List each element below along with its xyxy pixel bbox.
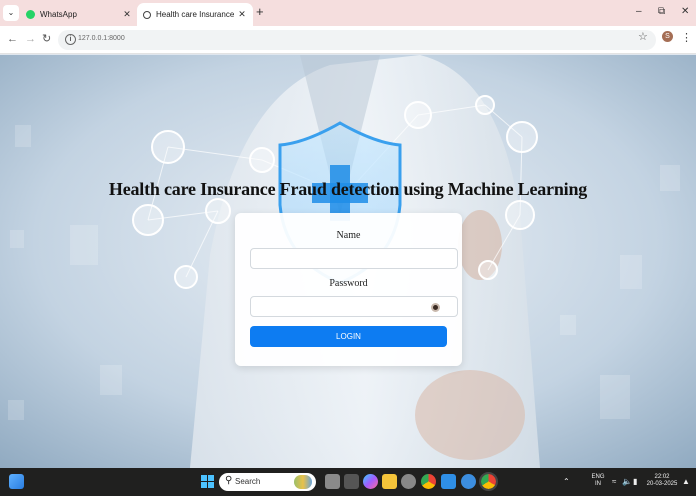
tab-whatsapp[interactable]: WhatsApp ✕: [20, 3, 138, 26]
windows-start-icon[interactable]: [200, 474, 215, 489]
tab-title: Health care Insurance Fraud de: [156, 10, 237, 19]
password-input[interactable]: [250, 296, 458, 317]
reload-icon[interactable]: ↻: [42, 32, 51, 46]
close-icon[interactable]: ✕: [122, 9, 132, 20]
tab-fraud-detection[interactable]: Health care Insurance Fraud de ✕: [137, 3, 253, 26]
minimize-icon[interactable]: –: [636, 6, 642, 18]
settings-gear-icon[interactable]: [401, 474, 416, 489]
clock[interactable]: 22:02 20-03-2025: [644, 474, 680, 488]
wifi-icon[interactable]: ≈: [612, 477, 616, 486]
copilot-icon[interactable]: [363, 474, 378, 489]
profile-avatar[interactable]: S: [662, 31, 673, 42]
chrome-active-icon[interactable]: [479, 472, 498, 491]
name-input[interactable]: [250, 248, 458, 269]
login-button[interactable]: LOGIN: [250, 326, 447, 347]
tab-title: WhatsApp: [40, 10, 77, 19]
bookmark-star-icon[interactable]: ☆: [638, 30, 648, 43]
clock-time: 22:02: [654, 474, 670, 480]
search-placeholder: Search: [235, 477, 261, 486]
battery-icon[interactable]: ▮: [633, 477, 637, 486]
menu-kebab-icon[interactable]: ⋮: [681, 31, 692, 45]
password-label: Password: [329, 278, 368, 289]
chrome-icon[interactable]: [421, 474, 436, 489]
name-label: Name: [336, 230, 361, 241]
tab-search-button[interactable]: ⌄: [3, 5, 19, 21]
chevron-down-icon: ⌄: [7, 8, 15, 17]
password-manager-icon[interactable]: [431, 303, 440, 312]
task-view-icon[interactable]: [325, 474, 340, 489]
back-arrow-icon[interactable]: ←: [7, 32, 18, 46]
whatsapp-icon: [26, 10, 35, 19]
new-tab-plus-icon[interactable]: +: [256, 5, 264, 19]
address-bar[interactable]: i 127.0.0.1:8000: [58, 30, 656, 50]
tray-chevron-up-icon[interactable]: ⌃: [563, 477, 570, 486]
notification-bell-icon[interactable]: ▲: [682, 477, 690, 486]
clock-date: 20-03-2025: [646, 481, 678, 487]
search-highlight-icon: [294, 475, 312, 489]
login-card: Name Password LOGIN: [235, 213, 462, 366]
region-code: IN: [595, 481, 601, 487]
browser-toolbar: ← → ↻ i 127.0.0.1:8000 ☆ S ⋮: [0, 26, 696, 54]
search-icon: ⚲: [225, 475, 233, 486]
url-text[interactable]: 127.0.0.1:8000: [78, 35, 125, 42]
close-window-icon[interactable]: ✕: [681, 6, 689, 18]
vscode-icon[interactable]: [441, 474, 456, 489]
file-explorer-icon[interactable]: [382, 474, 397, 489]
windows-taskbar: ⚲ Search ⌃ ENG IN ≈ 🔈 ▮ 22:02 20-03-2025…: [0, 468, 696, 496]
forward-arrow-icon[interactable]: →: [25, 32, 36, 46]
widgets-icon[interactable]: [9, 474, 24, 489]
close-icon[interactable]: ✕: [237, 9, 247, 20]
globe-icon: [143, 10, 151, 19]
tab-strip: ⌄ WhatsApp ✕ Health care Insurance Fraud…: [0, 0, 696, 26]
language-code: ENG: [591, 474, 605, 480]
terminal-icon[interactable]: [344, 474, 359, 489]
page-title: Health care Insurance Fraud detection us…: [108, 179, 588, 199]
restore-icon[interactable]: ⧉: [658, 6, 665, 18]
language-indicator[interactable]: ENG IN: [590, 474, 606, 488]
taskbar-search[interactable]: ⚲ Search: [219, 473, 316, 491]
volume-icon[interactable]: 🔈: [622, 477, 632, 486]
site-info-icon[interactable]: i: [65, 34, 76, 45]
page-viewport: Health care Insurance Fraud detection us…: [0, 55, 696, 468]
pinned-app-icon[interactable]: [461, 474, 476, 489]
